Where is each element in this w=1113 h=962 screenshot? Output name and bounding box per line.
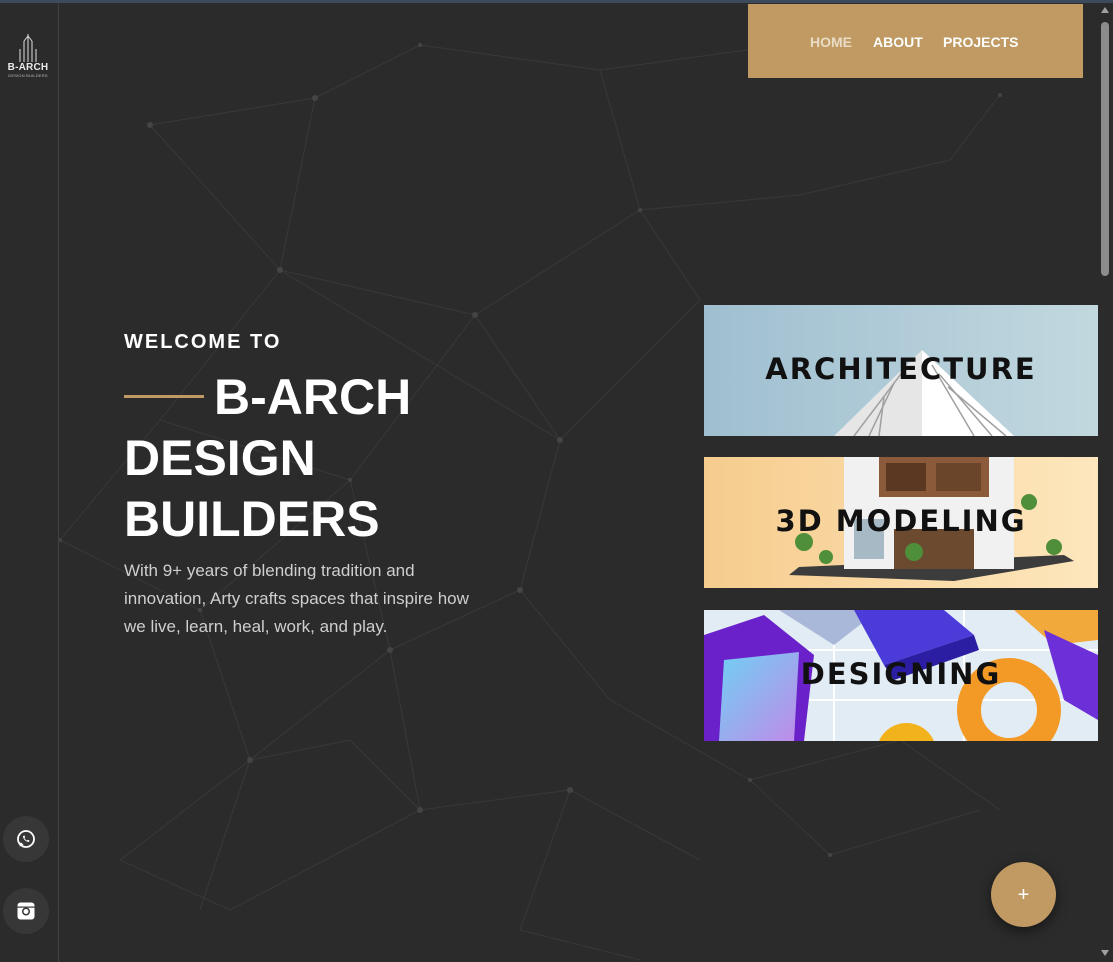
brand-tagline: DESIGN BUILDERS bbox=[8, 73, 48, 78]
service-card-designing[interactable]: DESIGNING bbox=[704, 610, 1098, 741]
nav-projects-link[interactable]: PROJECTS bbox=[943, 34, 1018, 50]
top-navigation: HOME ABOUT PROJECTS bbox=[748, 4, 1083, 78]
service-card-3d-modeling[interactable]: 3D MODELING bbox=[704, 457, 1098, 588]
instagram-button[interactable] bbox=[3, 888, 49, 934]
hero-title: B-ARCH DESIGN BUILDERS bbox=[124, 367, 544, 550]
service-card-architecture[interactable]: ARCHITECTURE bbox=[704, 305, 1098, 436]
whatsapp-icon bbox=[17, 830, 35, 848]
left-sidebar: B-ARCH DESIGN BUILDERS bbox=[0, 3, 59, 962]
building-logo-icon bbox=[19, 34, 37, 62]
scroll-up-arrow-icon[interactable] bbox=[1101, 7, 1109, 13]
scrollbar-thumb[interactable] bbox=[1101, 22, 1109, 276]
instagram-icon bbox=[17, 902, 35, 920]
floating-add-button[interactable]: + bbox=[991, 862, 1056, 927]
welcome-heading: WELCOME TO bbox=[124, 331, 282, 353]
hero-description: With 9+ years of blending tradition and … bbox=[124, 561, 469, 636]
nav-home-link[interactable]: HOME bbox=[810, 34, 852, 50]
3d-modeling-label: 3D MODELING bbox=[775, 504, 1027, 538]
architecture-label: ARCHITECTURE bbox=[765, 352, 1037, 386]
nav-about-link[interactable]: ABOUT bbox=[873, 34, 923, 50]
whatsapp-button[interactable] bbox=[3, 816, 49, 862]
brand-name: B-ARCH bbox=[7, 62, 49, 73]
hero-title-line1: B-ARCH bbox=[214, 369, 412, 425]
accent-line bbox=[124, 395, 204, 399]
hero-title-line2: DESIGN bbox=[124, 430, 316, 486]
scroll-down-arrow-icon[interactable] bbox=[1101, 950, 1109, 956]
designing-label: DESIGNING bbox=[800, 657, 1002, 691]
hero-title-line3: BUILDERS bbox=[124, 491, 380, 547]
brand-logo[interactable]: B-ARCH DESIGN BUILDERS bbox=[3, 33, 53, 78]
